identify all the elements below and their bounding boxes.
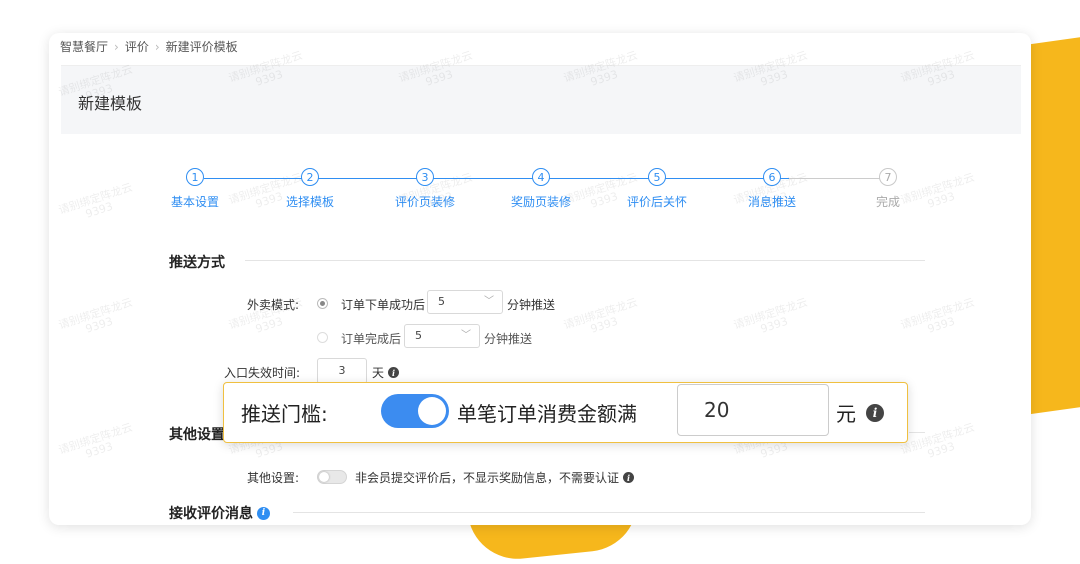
section-divider (909, 432, 925, 433)
push-threshold-amount-input[interactable]: 20 (677, 384, 829, 436)
non-member-reward-text: 非会员提交评价后，不显示奖励信息，不需要认证 i (355, 469, 635, 486)
info-icon[interactable]: i (388, 367, 400, 378)
page-title: 新建模板 (78, 94, 143, 113)
expire-time-label: 入口失效时间: (224, 366, 301, 380)
step-3[interactable]: 3 评价页装修 (395, 168, 455, 210)
breadcrumb-item-review[interactable]: 评价 (125, 38, 149, 55)
step-1[interactable]: 1 基本设置 (171, 168, 219, 210)
push-threshold-switch[interactable] (381, 394, 449, 428)
push-threshold-callout: 推送门槛: 单笔订单消费金额满 20 元 i (223, 382, 908, 443)
takeout-mode-label: 外卖模式: (247, 298, 300, 312)
radio-option-order-complete[interactable] (317, 332, 328, 343)
watermark: 请别绑定阵龙云9393 (561, 295, 640, 336)
minutes-select-order-complete[interactable]: 5 ﹀ (404, 324, 480, 348)
watermark: 请别绑定阵龙云9393 (56, 420, 135, 461)
minutes-select-order-placed[interactable]: 5 ﹀ (427, 290, 503, 314)
breadcrumb-item-home[interactable]: 智慧餐厅 (60, 38, 108, 55)
chevron-right-icon: › (114, 39, 119, 54)
non-member-reward-switch[interactable] (317, 470, 347, 484)
radio-option-order-placed[interactable] (317, 298, 328, 309)
option-order-placed-suffix: 分钟推送 (507, 298, 556, 312)
page-header: 新建模板 (61, 65, 1021, 134)
push-threshold-text: 单笔订单消费金额满 (457, 402, 637, 426)
section-title-other-settings: 其他设置 (169, 427, 225, 443)
watermark: 请别绑定阵龙云9393 (898, 295, 977, 336)
step-7[interactable]: 7 完成 (876, 168, 900, 210)
expire-unit: 天 i (372, 364, 400, 381)
expire-days-input[interactable]: 3 (317, 358, 367, 384)
breadcrumb-item-current: 新建评价模板 (165, 40, 238, 54)
section-divider (245, 260, 925, 261)
info-icon[interactable]: i (623, 472, 635, 483)
option-order-complete-suffix: 分钟推送 (484, 332, 533, 346)
option-order-placed-text: 订单下单成功后 (341, 298, 426, 312)
section-title-push-method: 推送方式 (169, 255, 225, 271)
other-settings-label: 其他设置: (247, 471, 300, 485)
watermark: 请别绑定阵龙云9393 (731, 295, 810, 336)
info-icon[interactable]: i (257, 506, 270, 520)
info-icon[interactable]: i (866, 403, 884, 422)
watermark: 请别绑定阵龙云9393 (898, 420, 977, 461)
push-threshold-label: 推送门槛: (241, 402, 328, 426)
chevron-right-icon: › (154, 39, 160, 54)
option-order-complete-text: 订单完成后 (341, 332, 402, 346)
step-2[interactable]: 2 选择模板 (286, 168, 334, 210)
chevron-down-icon: ﹀ (461, 330, 471, 341)
step-4[interactable]: 4 奖励页装修 (511, 168, 571, 210)
step-connector-pending (789, 178, 887, 179)
step-6[interactable]: 6 消息推送 (748, 168, 796, 210)
section-divider (293, 512, 925, 513)
push-threshold-unit: 元 i (836, 398, 884, 427)
chevron-down-icon: ﹀ (484, 296, 494, 307)
breadcrumb: 智慧餐厅 › 评价 › 新建评价模板 (60, 38, 238, 55)
step-progress: 1 基本设置 2 选择模板 3 评价页装修 4 奖励页装修 5 评价后关怀 6 … (49, 168, 1031, 228)
main-card: 智慧餐厅 › 评价 › 新建评价模板 新建模板 请别绑定阵龙云 9393 请别绑定… (49, 33, 1031, 525)
step-5[interactable]: 5 评价后关怀 (627, 168, 687, 210)
watermark: 请别绑定阵龙云9393 (56, 295, 135, 336)
section-title-receive-review: 接收评价消息 i (169, 503, 270, 523)
